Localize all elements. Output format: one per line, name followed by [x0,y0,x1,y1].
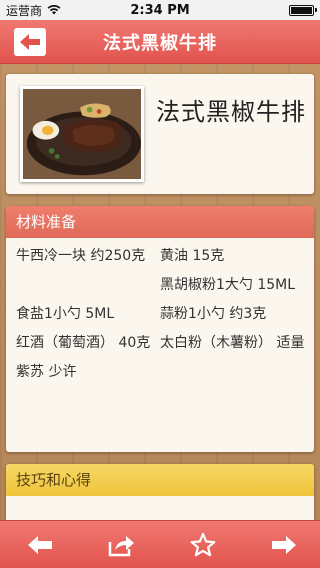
bottom-toolbar [0,520,320,568]
ingredient-item: 黄油 15克 [160,248,225,264]
tips-header: 技巧和心得 [6,464,314,496]
left-arrow-icon [28,535,52,554]
ingredients-section: 材料准备 牛西冷一块 约250克 黄油 15克 黑胡椒粉1大勺 15ML 食盐1… [6,206,314,452]
next-button[interactable] [266,527,302,563]
share-icon [109,535,135,556]
star-icon [190,532,216,556]
share-button[interactable] [103,527,139,563]
ingredient-item: 牛西冷一块 约250克 [16,248,146,264]
right-arrow-icon [271,535,296,554]
previous-button[interactable] [22,527,58,563]
ingredient-item: 紫苏 少许 [16,364,77,380]
nav-title: 法式黑椒牛排 [103,32,217,54]
battery-full-icon [289,4,317,16]
ingredient-item: 红酒（葡萄酒） 40克 [16,335,151,351]
ingredient-item: 蒜粉1小勺 约3克 [160,306,267,322]
ingredients-header: 材料准备 [6,206,314,238]
ingredients-list: 牛西冷一块 约250克 黄油 15克 黑胡椒粉1大勺 15ML 食盐1小勺 5M… [6,238,314,387]
carrier-label: 运营商 [6,3,43,18]
favorite-button[interactable] [185,527,221,563]
recipe-title: 法式黑椒牛排 [156,98,306,126]
navigation-bar: 法式黑椒牛排 [0,20,320,64]
tips-section: 技巧和心得 [6,464,314,520]
recipe-content[interactable]: 法式黑椒牛排 材料准备 牛西冷一块 约250克 黄油 15克 黑胡椒粉1大勺 1… [0,64,320,520]
ingredient-item: 太白粉（木薯粉） 适量 [160,335,305,351]
recipe-header-card: 法式黑椒牛排 [6,74,314,194]
dish-image [20,86,144,182]
ingredient-item [16,271,154,300]
status-left: 运营商 [6,2,61,19]
back-button[interactable] [14,28,46,56]
ingredient-item: 黑胡椒粉1大勺 15ML [160,277,296,293]
wifi-icon [47,5,61,15]
ingredient-item: 食盐1小勺 5ML [16,306,115,322]
status-bar: 运营商 2:34 PM [0,0,320,20]
back-arrow-icon [20,34,40,50]
